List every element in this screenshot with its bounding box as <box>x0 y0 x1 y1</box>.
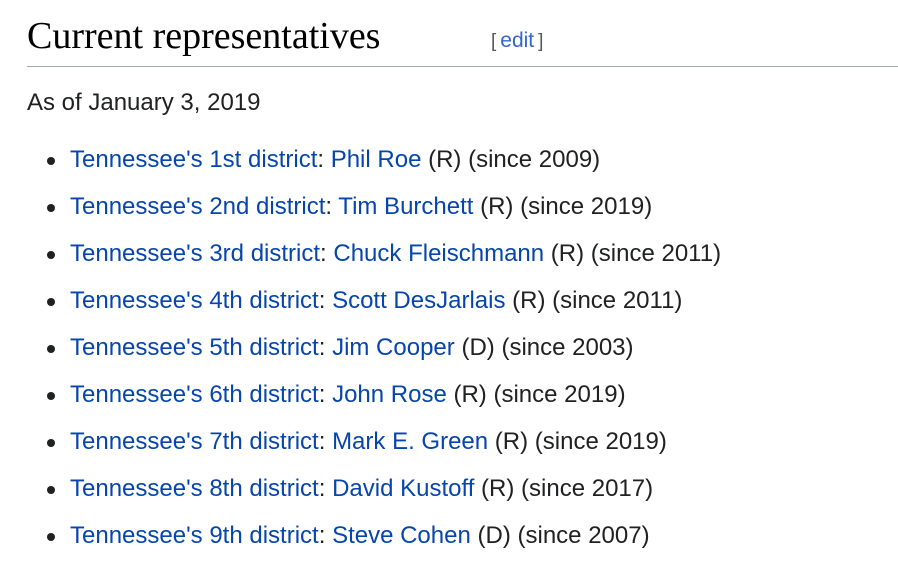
edit-close-bracket: ] <box>538 31 544 52</box>
list-item: Tennessee's 6th district: John Rose (R) … <box>27 377 721 424</box>
since-label: (since 2019) <box>493 381 626 408</box>
district-link[interactable]: Tennessee's 6th district <box>70 381 319 408</box>
bullet-icon <box>47 251 55 259</box>
separator: : <box>318 428 333 455</box>
current-representatives-section: Current representatives [edit] As of Jan… <box>27 0 898 549</box>
separator: : <box>320 240 334 267</box>
since-label: (since 2019) <box>520 193 653 220</box>
list-item: Tennessee's 2nd district: Tim Burchett (… <box>27 189 721 236</box>
since-label: (since 2019) <box>534 428 667 455</box>
party-label: (R) <box>453 381 487 408</box>
separator: : <box>318 522 333 549</box>
since-label: (since 2003) <box>501 334 634 361</box>
bullet-icon <box>47 439 55 447</box>
bullet-icon <box>47 392 55 400</box>
separator: : <box>318 334 333 361</box>
list-item: Tennessee's 8th district: David Kustoff … <box>27 471 721 518</box>
list-item: Tennessee's 3rd district: Chuck Fleischm… <box>27 236 721 283</box>
district-link[interactable]: Tennessee's 8th district <box>70 475 319 502</box>
district-link[interactable]: Tennessee's 9th district <box>70 522 319 549</box>
bullet-icon <box>47 486 55 494</box>
edit-link[interactable]: edit <box>500 29 534 52</box>
representative-link[interactable]: Phil Roe <box>331 146 422 173</box>
bullet-icon <box>47 298 55 306</box>
as-of-date: As of January 3, 2019 <box>27 89 261 116</box>
list-item: Tennessee's 4th district: Scott DesJarla… <box>27 283 721 330</box>
representative-link[interactable]: John Rose <box>332 381 447 408</box>
district-link[interactable]: Tennessee's 2nd district <box>70 193 325 220</box>
separator: : <box>318 475 333 502</box>
separator: : <box>317 146 331 173</box>
representative-link[interactable]: Scott DesJarlais <box>332 287 505 314</box>
list-item: Tennessee's 5th district: Jim Cooper (D)… <box>27 330 721 377</box>
party-label: (R) <box>512 287 546 314</box>
representative-link[interactable]: Tim Burchett <box>338 193 473 220</box>
section-heading: Current representatives [edit] <box>27 0 898 67</box>
party-label: (D) <box>477 522 511 549</box>
party-label: (R) <box>494 428 529 455</box>
bullet-icon <box>47 204 55 212</box>
bullet-icon <box>47 157 55 165</box>
district-link[interactable]: Tennessee's 7th district <box>70 428 319 455</box>
since-label: (since 2011) <box>590 240 722 267</box>
party-label: (D) <box>461 334 495 361</box>
party-label: (R) <box>428 146 462 173</box>
bullet-icon <box>47 345 55 353</box>
edit-section: [edit] <box>491 28 543 55</box>
separator: : <box>325 193 339 220</box>
representative-link[interactable]: Steve Cohen <box>332 522 471 549</box>
separator: : <box>318 287 333 314</box>
representative-link[interactable]: Mark E. Green <box>332 428 488 455</box>
bullet-icon <box>47 533 55 541</box>
since-label: (since 2011) <box>552 287 683 314</box>
list-item: Tennessee's 1st district: Phil Roe (R) (… <box>27 142 721 189</box>
representative-link[interactable]: Chuck Fleischmann <box>333 240 544 267</box>
list-item: Tennessee's 9th district: Steve Cohen (D… <box>27 518 721 565</box>
party-label: (R) <box>481 475 515 502</box>
separator: : <box>318 381 333 408</box>
party-label: (R) <box>550 240 585 267</box>
representatives-list: Tennessee's 1st district: Phil Roe (R) (… <box>27 142 721 565</box>
edit-open-bracket: [ <box>491 31 497 52</box>
section-title: Current representatives <box>27 15 381 57</box>
district-link[interactable]: Tennessee's 1st district <box>70 146 317 173</box>
since-label: (since 2009) <box>468 146 601 173</box>
representative-link[interactable]: David Kustoff <box>332 475 474 502</box>
district-link[interactable]: Tennessee's 4th district <box>70 287 319 314</box>
since-label: (since 2017) <box>521 475 654 502</box>
representative-link[interactable]: Jim Cooper <box>332 334 455 361</box>
district-link[interactable]: Tennessee's 3rd district <box>70 240 320 267</box>
district-link[interactable]: Tennessee's 5th district <box>70 334 319 361</box>
list-item: Tennessee's 7th district: Mark E. Green … <box>27 424 721 471</box>
party-label: (R) <box>480 193 514 220</box>
since-label: (since 2007) <box>517 522 650 549</box>
